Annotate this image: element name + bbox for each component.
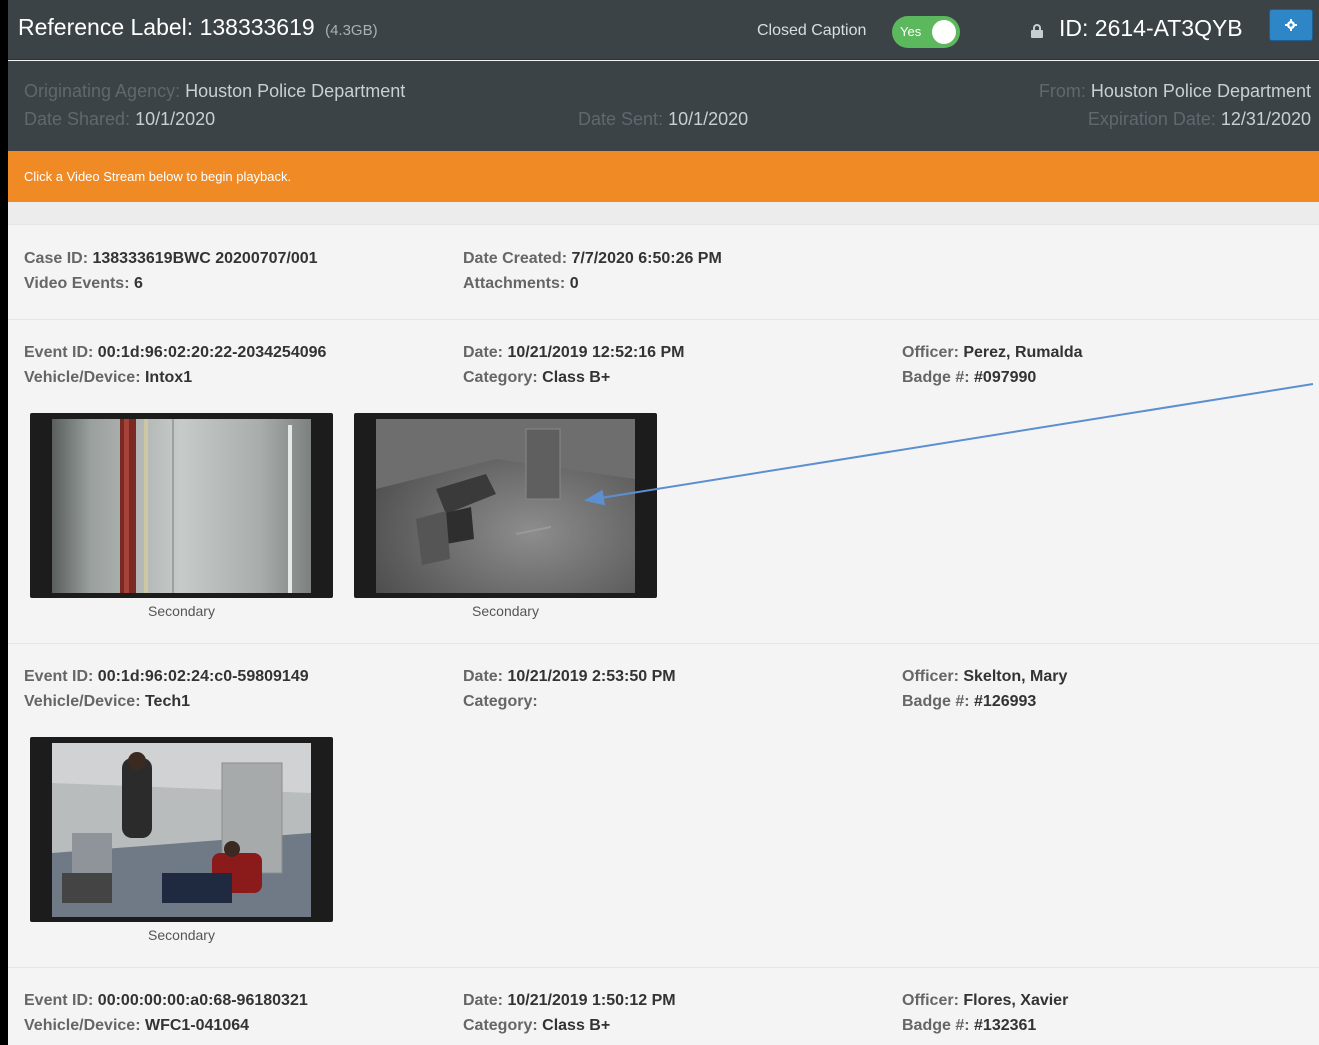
screen-frame: Reference Label: 138333619 (4.3GB) Close… [0, 0, 1319, 1045]
annotation-arrow [584, 383, 1314, 506]
app-window: Reference Label: 138333619 (4.3GB) Close… [8, 0, 1319, 1045]
